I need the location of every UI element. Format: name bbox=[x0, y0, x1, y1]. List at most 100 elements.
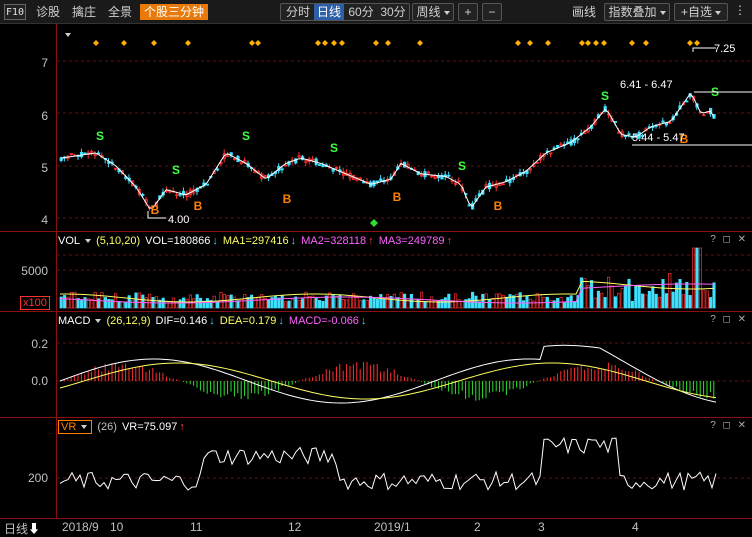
vr-panel-controls[interactable]: ? ◻ ✕ bbox=[710, 420, 748, 434]
volume-bar bbox=[141, 294, 145, 309]
volume-bar bbox=[443, 297, 447, 309]
arrow-down-icon: ↓ bbox=[278, 315, 284, 327]
candle-body bbox=[83, 152, 87, 155]
volume-bar bbox=[600, 292, 604, 309]
volume-bar bbox=[501, 294, 505, 309]
vol-header: VOL (5,10,20) VOL=180866 ↓ MA1=297416 ↓ MA… bbox=[58, 233, 454, 249]
volume-bar bbox=[423, 301, 427, 309]
volume-bar bbox=[494, 293, 498, 309]
macd-tick-0.2: 0.2 bbox=[31, 337, 48, 351]
volume-bar bbox=[627, 278, 631, 309]
volume-bar bbox=[698, 247, 702, 309]
vol-params: (5,10,20) bbox=[96, 235, 141, 247]
x-tick-3: 3 bbox=[538, 520, 545, 534]
high-price-marker bbox=[692, 47, 716, 52]
volume-bar bbox=[630, 300, 634, 309]
volume-bar bbox=[488, 299, 492, 309]
volume-bar bbox=[460, 300, 464, 309]
volume-bar bbox=[702, 289, 706, 309]
candle-body bbox=[280, 168, 284, 171]
candle-body bbox=[321, 164, 325, 168]
volume-bar bbox=[192, 298, 196, 309]
volume-bar bbox=[573, 301, 577, 309]
volume-bar bbox=[100, 292, 104, 309]
volume-bars bbox=[59, 247, 716, 309]
candle-body bbox=[178, 193, 182, 196]
volume-bar bbox=[328, 292, 332, 309]
volume-bar bbox=[651, 286, 655, 309]
volume-bar bbox=[552, 300, 556, 309]
period-indicator[interactable]: 日线⬇ bbox=[4, 520, 40, 537]
diamond-marker bbox=[151, 40, 157, 46]
x-tick-10: 10 bbox=[110, 520, 124, 534]
volume-bar bbox=[188, 294, 192, 309]
volume-bar bbox=[233, 296, 237, 309]
volume-bar bbox=[83, 297, 87, 309]
candle-body bbox=[229, 152, 233, 156]
volume-bar bbox=[664, 293, 668, 309]
macd-params: (26,12,9) bbox=[106, 315, 151, 327]
volume-bar bbox=[641, 293, 645, 309]
volume-bar bbox=[369, 295, 373, 309]
vol-tick-5000: 5000 bbox=[21, 264, 48, 278]
volume-bar bbox=[250, 294, 254, 309]
vol-indicator-name[interactable]: VOL bbox=[58, 235, 80, 247]
volume-bar bbox=[532, 300, 536, 309]
buy-signal: B bbox=[151, 203, 160, 217]
volume-bar bbox=[372, 297, 376, 309]
volume-bar bbox=[617, 292, 621, 309]
volume-bar bbox=[290, 298, 294, 309]
volume-bar bbox=[562, 301, 566, 309]
candle-body bbox=[141, 194, 145, 196]
volume-bar bbox=[318, 299, 322, 309]
low-price-label: 4.00 bbox=[168, 214, 190, 226]
volume-bar bbox=[671, 291, 675, 309]
diamond-marker bbox=[527, 40, 533, 46]
volume-bar bbox=[654, 293, 658, 309]
diamond-marker bbox=[687, 40, 693, 46]
volume-bar bbox=[566, 297, 570, 309]
volume-bar bbox=[647, 290, 651, 309]
volume-bar bbox=[467, 298, 471, 309]
diamond-marker bbox=[579, 40, 585, 46]
range-upper-label: 6.41 - 6.47 bbox=[620, 79, 673, 91]
volume-bar bbox=[406, 298, 410, 309]
volume-bar bbox=[324, 295, 328, 309]
macd-indicator-name[interactable]: MACD bbox=[58, 315, 90, 327]
vr-indicator-name[interactable]: VR bbox=[58, 420, 93, 434]
candle-body bbox=[664, 122, 669, 126]
volume-bar bbox=[124, 301, 128, 309]
arrow-down-icon: ↓ bbox=[212, 235, 218, 247]
volume-bar bbox=[535, 293, 539, 309]
candle-body bbox=[205, 183, 209, 186]
diamond-marker bbox=[585, 40, 591, 46]
macd-panel-controls[interactable]: ? ◻ ✕ bbox=[710, 314, 748, 328]
volume-bar bbox=[583, 278, 587, 309]
volume-bar bbox=[345, 299, 349, 309]
candle-body bbox=[685, 100, 689, 103]
volume-bar bbox=[280, 295, 284, 309]
candle-body bbox=[215, 168, 220, 171]
volume-bar bbox=[355, 297, 359, 309]
volume-bar bbox=[681, 294, 685, 309]
diamond-marker bbox=[255, 40, 261, 46]
vr-line bbox=[59, 436, 717, 491]
volume-bar bbox=[287, 300, 291, 309]
volume-bar bbox=[297, 299, 301, 309]
volume-bar bbox=[471, 291, 475, 309]
buy-signal: B bbox=[283, 192, 292, 206]
vr-name-text: VR bbox=[61, 421, 77, 433]
macd-value: MACD=-0.066 bbox=[288, 315, 359, 327]
high-price-label: 7.25 bbox=[714, 43, 736, 55]
chevron-down-icon[interactable] bbox=[85, 239, 92, 244]
volume-bar bbox=[712, 282, 716, 309]
vol-panel-controls[interactable]: ? ◻ ✕ bbox=[710, 234, 748, 248]
volume-bar bbox=[314, 297, 318, 309]
chevron-down-icon[interactable] bbox=[95, 319, 102, 324]
volume-bar bbox=[596, 290, 600, 309]
vol-ma3: MA3=249789 bbox=[378, 235, 445, 247]
volume-bar bbox=[624, 285, 628, 309]
vr-params: (26) bbox=[97, 421, 117, 433]
chevron-down-icon bbox=[81, 425, 88, 430]
volume-bar bbox=[382, 298, 386, 309]
